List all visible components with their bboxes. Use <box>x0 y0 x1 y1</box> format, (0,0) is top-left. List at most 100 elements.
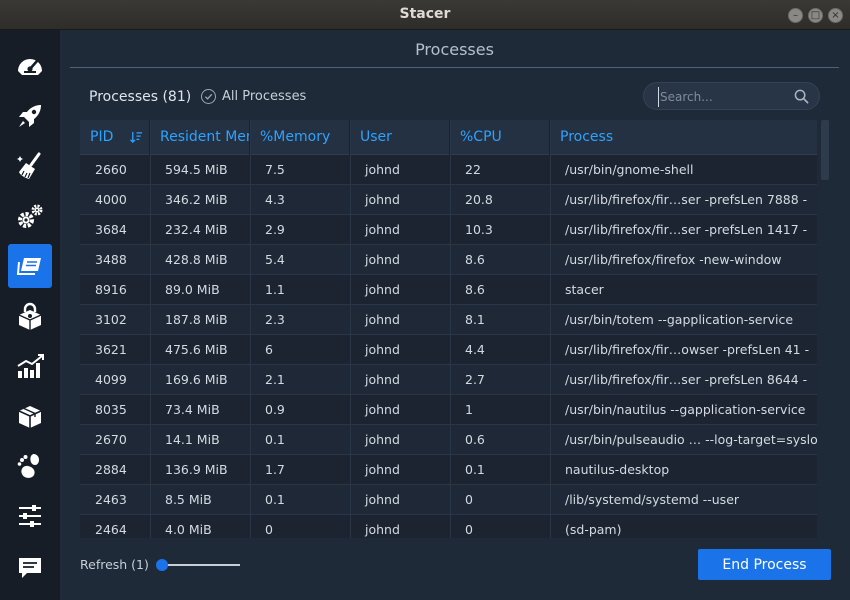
user-cell: johnd <box>365 522 400 537</box>
window-title: Stacer <box>399 6 451 22</box>
memory-percent-cell: 5.4 <box>265 252 285 267</box>
process-cell: /usr/bin/gnome-shell <box>565 162 694 177</box>
slider-track <box>162 564 240 566</box>
minimize-icon: – <box>793 10 798 21</box>
resident-memory-cell: 187.8 MiB <box>165 312 228 327</box>
sidebar-item-uninstaller[interactable] <box>8 294 52 338</box>
table-scrollbar[interactable] <box>820 120 830 538</box>
table-row[interactable]: 3102 187.8 MiB 2.3 johnd 8.1/usr/bin/totem -… <box>80 305 817 335</box>
table-row[interactable]: 4099 169.6 MiB 2.1 johnd 2.7/usr/lib/firefox… <box>80 365 817 395</box>
table-row[interactable]: 4000 346.2 MiB 4.3 johnd 20.8/usr/lib/firefo… <box>80 185 817 215</box>
user-cell: johnd <box>365 402 400 417</box>
search-input[interactable] <box>658 87 788 107</box>
processes-page: Processes Processes (81) All Processes P… <box>60 30 850 600</box>
pid-cell: 2670 <box>95 432 127 447</box>
pid-cell: 2464 <box>95 522 127 537</box>
cpu-percent-cell: 0.1 <box>465 462 485 477</box>
sidebar-item-settings[interactable] <box>8 494 52 538</box>
table-row[interactable]: 8035 73.4 MiB 0.9 johnd 1/usr/bin/nautilus -… <box>80 395 817 425</box>
close-button[interactable]: × <box>828 8 843 23</box>
pid-cell: 8035 <box>95 402 127 417</box>
table-row[interactable]: 3488 428.8 MiB 5.4 johnd 8.6/usr/lib/firefox… <box>80 245 817 275</box>
process-cell: (sd-pam) <box>565 522 622 537</box>
memory-percent-cell: 1.1 <box>265 282 285 297</box>
sidebar-item-system-cleaner[interactable] <box>8 144 52 188</box>
memory-percent-cell: 0.1 <box>265 432 285 447</box>
sort-descending-icon <box>130 131 143 144</box>
column-divider <box>150 120 151 538</box>
search-icon[interactable] <box>794 89 809 104</box>
user-cell: johnd <box>365 282 400 297</box>
table-row[interactable]: 2884 136.9 MiB 1.7 johnd 0.1 nautilus-desktop <box>80 455 817 485</box>
memory-percent-cell: 0 <box>265 522 273 537</box>
sidebar-item-dashboard[interactable] <box>8 44 52 88</box>
column-header-resident-memory[interactable]: Resident Memory <box>150 120 250 155</box>
process-table: PID Resident Memory %Memory User %CPU Pr… <box>80 120 817 538</box>
pid-cell: 2463 <box>95 492 127 507</box>
refresh-slider[interactable] <box>156 557 240 573</box>
scrollbar-thumb[interactable] <box>821 120 829 180</box>
pid-cell: 3621 <box>95 342 127 357</box>
all-processes-checkbox[interactable]: All Processes <box>201 89 306 104</box>
slider-handle[interactable] <box>156 559 168 571</box>
memory-percent-cell: 0.9 <box>265 402 285 417</box>
resident-memory-cell: 89.0 MiB <box>165 282 220 297</box>
sidebar-item-startup-apps[interactable] <box>8 94 52 138</box>
table-row[interactable]: 2660 594.5 MiB 7.5 johnd 22/usr/bin/gnome-sh… <box>80 155 817 185</box>
table-row[interactable]: 2464 4.0 MiB 0 johnd 0 (sd-pam) <box>80 515 817 538</box>
sliders-icon <box>19 505 41 527</box>
process-cell: nautilus-desktop <box>565 462 670 477</box>
column-header-pid[interactable]: PID <box>80 120 150 155</box>
user-cell: johnd <box>365 342 400 357</box>
sidebar-item-services[interactable] <box>8 194 52 238</box>
gnome-foot-icon <box>17 454 39 478</box>
sidebar-item-resources[interactable] <box>8 344 52 388</box>
user-cell: johnd <box>365 192 400 207</box>
processes-icon <box>16 258 41 275</box>
table-row[interactable]: 2463 8.5 MiB 0.1 johnd 0/lib/systemd/systemd… <box>80 485 817 515</box>
column-header-memory-percent[interactable]: %Memory <box>250 120 350 155</box>
process-count-label: Processes (81) <box>89 89 192 105</box>
cpu-percent-cell: 20.8 <box>465 192 493 207</box>
pid-cell: 4000 <box>95 192 127 207</box>
cpu-percent-cell: 4.4 <box>465 342 485 357</box>
table-row[interactable]: 3684 232.4 MiB 2.9 johnd 10.3/usr/lib/firefo… <box>80 215 817 245</box>
table-row[interactable]: 2670 14.1 MiB 0.1 johnd 0.6/usr/bin/pulseaud… <box>80 425 817 455</box>
maximize-button[interactable]: □ <box>808 8 823 23</box>
cpu-percent-cell: 8.1 <box>465 312 485 327</box>
resident-memory-cell: 594.5 MiB <box>165 162 228 177</box>
all-processes-label: All Processes <box>222 89 307 104</box>
column-divider <box>350 120 351 538</box>
resident-memory-cell: 232.4 MiB <box>165 222 228 237</box>
pid-cell: 3102 <box>95 312 127 327</box>
sidebar-item-processes[interactable] <box>8 244 52 288</box>
cpu-percent-cell: 0 <box>465 522 473 537</box>
column-header-cpu-percent[interactable]: %CPU <box>450 120 550 155</box>
cpu-percent-cell: 0.6 <box>465 432 485 447</box>
user-cell: johnd <box>365 492 400 507</box>
search-box <box>643 82 820 110</box>
sidebar <box>0 30 60 600</box>
resident-memory-cell: 346.2 MiB <box>165 192 228 207</box>
user-cell: johnd <box>365 372 400 387</box>
table-row[interactable]: 3621 475.6 MiB 6 johnd 4.4/usr/lib/firefox/f… <box>80 335 817 365</box>
sidebar-item-apt-repository[interactable] <box>8 394 52 438</box>
minimize-button[interactable]: – <box>788 8 803 23</box>
memory-percent-cell: 1.7 <box>265 462 285 477</box>
end-process-button[interactable]: End Process <box>698 549 831 580</box>
cpu-percent-cell: 10.3 <box>465 222 493 237</box>
sidebar-item-gnome-settings[interactable] <box>8 444 52 488</box>
process-cell: /usr/bin/totem --gapplication-service <box>565 312 794 327</box>
column-header-process[interactable]: Process <box>550 120 817 155</box>
process-cell: /lib/systemd/systemd --user <box>565 492 740 507</box>
process-cell: /usr/bin/pulseaudio … --log-target=syslo… <box>565 432 817 447</box>
memory-percent-cell: 2.1 <box>265 372 285 387</box>
memory-percent-cell: 4.3 <box>265 192 285 207</box>
sidebar-item-feedback[interactable] <box>8 546 52 590</box>
process-cell: /usr/lib/firefox/fir…ser -prefsLen 1417 … <box>565 222 808 237</box>
column-header-user[interactable]: User <box>350 120 450 155</box>
table-row[interactable]: 8916 89.0 MiB 1.1 johnd 8.6 stacer <box>80 275 817 305</box>
user-cell: johnd <box>365 162 400 177</box>
pid-cell: 2884 <box>95 462 127 477</box>
cpu-percent-cell: 22 <box>465 162 481 177</box>
